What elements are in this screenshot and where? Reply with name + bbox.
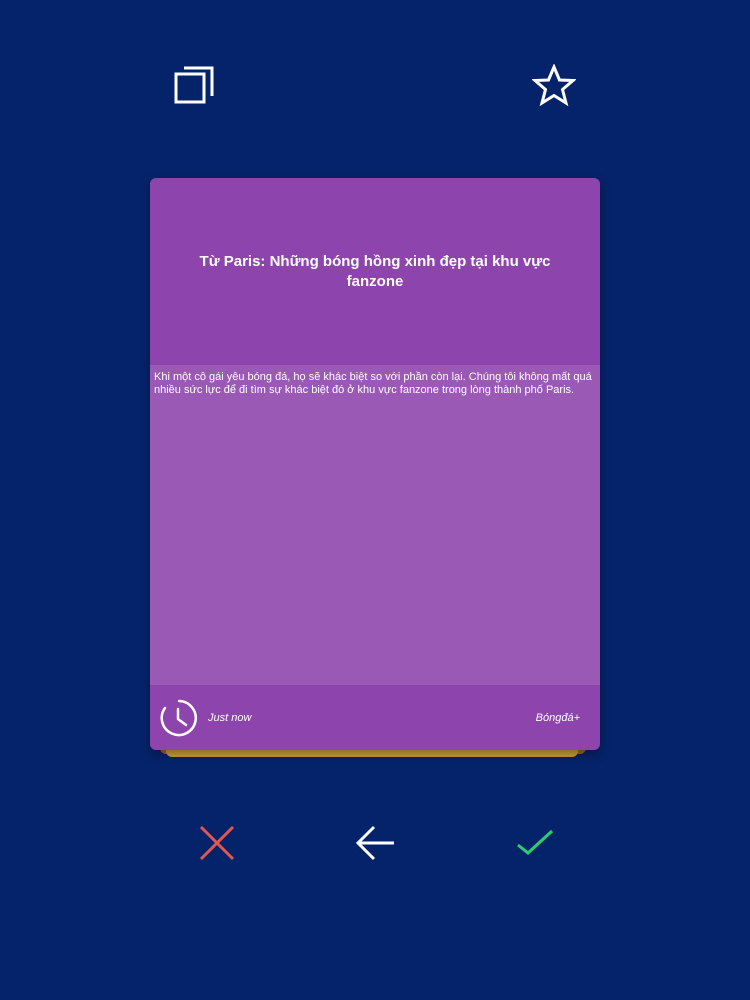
arrow-left-icon [352,821,398,870]
timestamp: Just now [208,711,252,724]
card-description: Khi một cô gái yêu bóng đá, họ sẽ khác b… [154,371,592,396]
news-card[interactable]: Từ Paris: Những bóng hồng xinh đẹp tại k… [150,178,600,750]
copy-button[interactable] [170,64,218,112]
reject-button[interactable] [192,820,242,870]
source-label: Bóngđá+ [535,711,580,724]
clock-icon [160,699,198,737]
check-icon [512,821,558,870]
accept-button[interactable] [510,820,560,870]
star-icon [531,62,577,113]
card-title: Từ Paris: Những bóng hồng xinh đẹp tại k… [199,253,551,290]
copy-icon [172,64,216,113]
close-icon [195,821,239,870]
back-button[interactable] [350,820,400,870]
card-header: Từ Paris: Những bóng hồng xinh đẹp tại k… [150,178,600,365]
card-body: Khi một cô gái yêu bóng đá, họ sẽ khác b… [150,365,600,685]
favorite-button[interactable] [530,62,578,113]
card-footer: Just now Bóngđá+ [150,685,600,750]
app-screen: Từ Paris: Những bóng hồng xinh đẹp tại k… [0,0,750,1000]
